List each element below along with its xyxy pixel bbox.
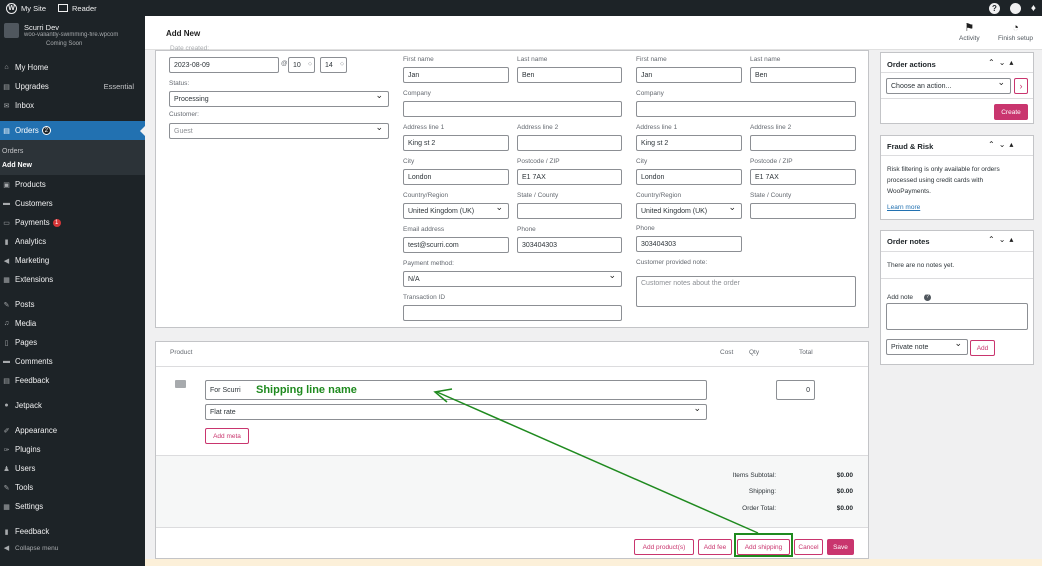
fraud-risk-text-3: WooPayments.	[887, 188, 931, 195]
divider	[881, 278, 1033, 279]
create-button[interactable]: Create	[994, 104, 1028, 120]
help-icon[interactable]: ?	[924, 294, 931, 301]
notice-band	[145, 559, 1042, 566]
divider	[881, 72, 1033, 73]
add-note-textarea[interactable]	[886, 303, 1028, 330]
order-notes-title: Order notes	[887, 237, 930, 246]
divider	[881, 98, 1033, 99]
add-note-label: Add note	[887, 294, 914, 301]
divider	[881, 155, 1033, 156]
fraud-risk-title: Fraud & Risk	[887, 142, 934, 151]
note-type-select[interactable]: Private note	[886, 339, 968, 355]
order-action-select[interactable]: Choose an action...	[886, 78, 1011, 94]
order-actions-title: Order actions	[887, 60, 936, 69]
fraud-risk-text-1: Risk filtering is only available for ord…	[887, 166, 1000, 173]
divider	[881, 251, 1033, 252]
arrow-line	[436, 391, 759, 534]
box-controls[interactable]: ⌃⌄▴	[988, 140, 1017, 149]
notes-empty-text: There are no notes yet.	[887, 262, 955, 269]
box-controls[interactable]: ⌃⌄▴	[988, 58, 1017, 67]
fraud-risk-text-2: processed using credit cards with	[887, 177, 984, 184]
add-note-button[interactable]: Add	[970, 340, 995, 356]
learn-more-link[interactable]: Learn more	[887, 204, 920, 211]
apply-action-button[interactable]: ›	[1014, 78, 1028, 94]
box-controls[interactable]: ⌃⌄▴	[988, 235, 1017, 244]
